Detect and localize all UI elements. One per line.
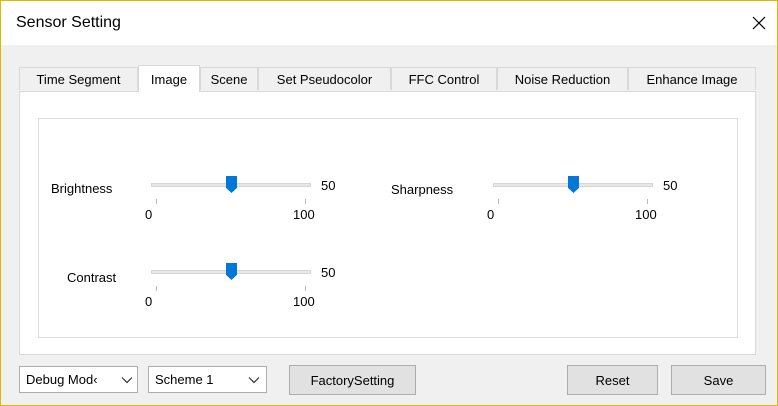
image-settings-group: Brightness 50 0 100 Sharpness 50 0 100 C… xyxy=(38,118,738,338)
contrast-slider[interactable] xyxy=(151,263,311,280)
save-button[interactable]: Save xyxy=(671,365,766,395)
brightness-value: 50 xyxy=(321,178,336,193)
tick-mark xyxy=(156,199,157,204)
tab-noise-reduction[interactable]: Noise Reduction xyxy=(497,67,628,90)
slider-thumb[interactable] xyxy=(226,176,237,193)
sensor-setting-window: Sensor Setting Time Segment Image Scene … xyxy=(0,0,778,406)
tab-time-segment[interactable]: Time Segment xyxy=(19,67,138,90)
save-label: Save xyxy=(703,372,734,388)
slider-thumb[interactable] xyxy=(226,263,237,280)
scheme-select[interactable]: Scheme 1 xyxy=(148,366,267,393)
close-icon xyxy=(752,16,766,30)
tab-label: Scene xyxy=(210,71,248,87)
tab-label: Enhance Image xyxy=(646,71,738,87)
slider-thumb[interactable] xyxy=(568,176,579,193)
image-tab-panel: Brightness 50 0 100 Sharpness 50 0 100 C… xyxy=(19,91,756,355)
tick-mark xyxy=(156,286,157,291)
contrast-max-label: 100 xyxy=(293,294,315,309)
reset-button[interactable]: Reset xyxy=(567,365,658,395)
brightness-max-label: 100 xyxy=(293,207,315,222)
tab-label: Time Segment xyxy=(36,71,121,87)
debug-mode-value: Debug Mod‹ xyxy=(26,372,98,387)
tab-enhance-image[interactable]: Enhance Image xyxy=(628,67,756,90)
debug-mode-select[interactable]: Debug Mod‹ xyxy=(19,366,138,393)
close-button[interactable] xyxy=(745,9,773,37)
tick-mark xyxy=(498,199,499,204)
title-bar: Sensor Setting xyxy=(1,1,777,45)
tick-mark xyxy=(305,199,306,204)
sharpness-label: Sharpness xyxy=(391,182,454,197)
client-area: Time Segment Image Scene Set Pseudocolor… xyxy=(1,45,777,405)
tab-ffc-control[interactable]: FFC Control xyxy=(391,67,497,90)
chevron-down-icon xyxy=(248,377,260,384)
factory-setting-label: FactorySetting xyxy=(310,372,395,388)
factory-setting-button[interactable]: FactorySetting xyxy=(289,365,416,395)
brightness-label: Brightness xyxy=(51,181,113,196)
tab-scene[interactable]: Scene xyxy=(200,67,258,90)
tab-image[interactable]: Image xyxy=(138,65,200,92)
tick-mark xyxy=(305,286,306,291)
sharpness-value: 50 xyxy=(663,178,678,193)
contrast-value: 50 xyxy=(321,265,336,280)
sharpness-slider[interactable] xyxy=(493,176,653,193)
chevron-down-icon xyxy=(121,377,133,384)
scheme-value: Scheme 1 xyxy=(155,372,214,387)
tab-label: FFC Control xyxy=(408,71,480,87)
contrast-min-label: 0 xyxy=(145,294,153,309)
window-title: Sensor Setting xyxy=(16,14,121,31)
tick-mark xyxy=(647,199,648,204)
brightness-slider[interactable] xyxy=(151,176,311,193)
sharpness-min-label: 0 xyxy=(487,207,495,222)
contrast-label: Contrast xyxy=(67,270,117,285)
tab-label: Set Pseudocolor xyxy=(276,71,373,87)
brightness-min-label: 0 xyxy=(145,207,153,222)
reset-label: Reset xyxy=(595,372,630,388)
tab-label: Noise Reduction xyxy=(514,71,611,87)
tab-strip: Time Segment Image Scene Set Pseudocolor… xyxy=(19,65,756,92)
sharpness-max-label: 100 xyxy=(635,207,657,222)
tab-set-pseudocolor[interactable]: Set Pseudocolor xyxy=(258,67,391,90)
tab-label: Image xyxy=(150,71,188,87)
